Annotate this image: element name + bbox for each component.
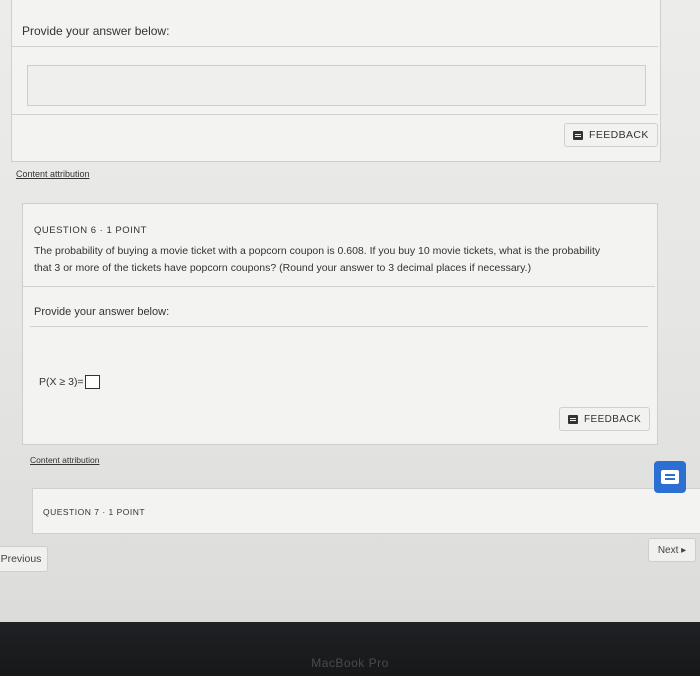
q6-feedback-button[interactable]: FEEDBACK bbox=[559, 407, 651, 431]
q5-divider bbox=[12, 46, 658, 47]
next-button[interactable]: Next ▸ bbox=[648, 538, 696, 562]
q6-expression: P(X ≥ 3)= bbox=[39, 375, 84, 388]
previous-button[interactable]: Previous bbox=[0, 546, 48, 572]
q5-divider-2 bbox=[12, 114, 658, 115]
q6-question-line2: that 3 or more of the tickets have popco… bbox=[34, 262, 532, 274]
laptop-bezel: MacBook Pro bbox=[0, 622, 700, 676]
feedback-icon bbox=[568, 414, 578, 424]
q6-provide-label: Provide your answer below: bbox=[34, 306, 170, 318]
q5-content-attribution-link[interactable]: Content attribution bbox=[16, 169, 90, 179]
q6-question-line1: The probability of buying a movie ticket… bbox=[34, 245, 601, 257]
q5-feedback-label: FEEDBACK bbox=[589, 129, 649, 141]
q6-divider-2 bbox=[30, 326, 648, 327]
q6-answer-input[interactable] bbox=[84, 375, 100, 389]
laptop-brand-label: MacBook Pro bbox=[311, 656, 389, 670]
feedback-icon bbox=[573, 130, 583, 140]
q6-feedback-label: FEEDBACK bbox=[584, 413, 642, 425]
q5-provide-label: Provide your answer below: bbox=[22, 24, 170, 38]
q5-answer-input[interactable] bbox=[27, 65, 646, 106]
q6-answer-row: P(X ≥ 3)= bbox=[39, 375, 100, 389]
q6-content-attribution-link[interactable]: Content attribution bbox=[30, 455, 99, 465]
chat-icon[interactable] bbox=[654, 461, 686, 493]
screen: Provide your answer below: FEEDBACK Cont… bbox=[0, 0, 700, 622]
chat-icon-glyph bbox=[661, 470, 679, 484]
q7-header: QUESTION 7 · 1 POINT bbox=[43, 507, 146, 517]
q6-header: QUESTION 6 · 1 POINT bbox=[34, 225, 147, 236]
q6-divider bbox=[23, 286, 655, 287]
q5-feedback-button[interactable]: FEEDBACK bbox=[564, 123, 658, 147]
